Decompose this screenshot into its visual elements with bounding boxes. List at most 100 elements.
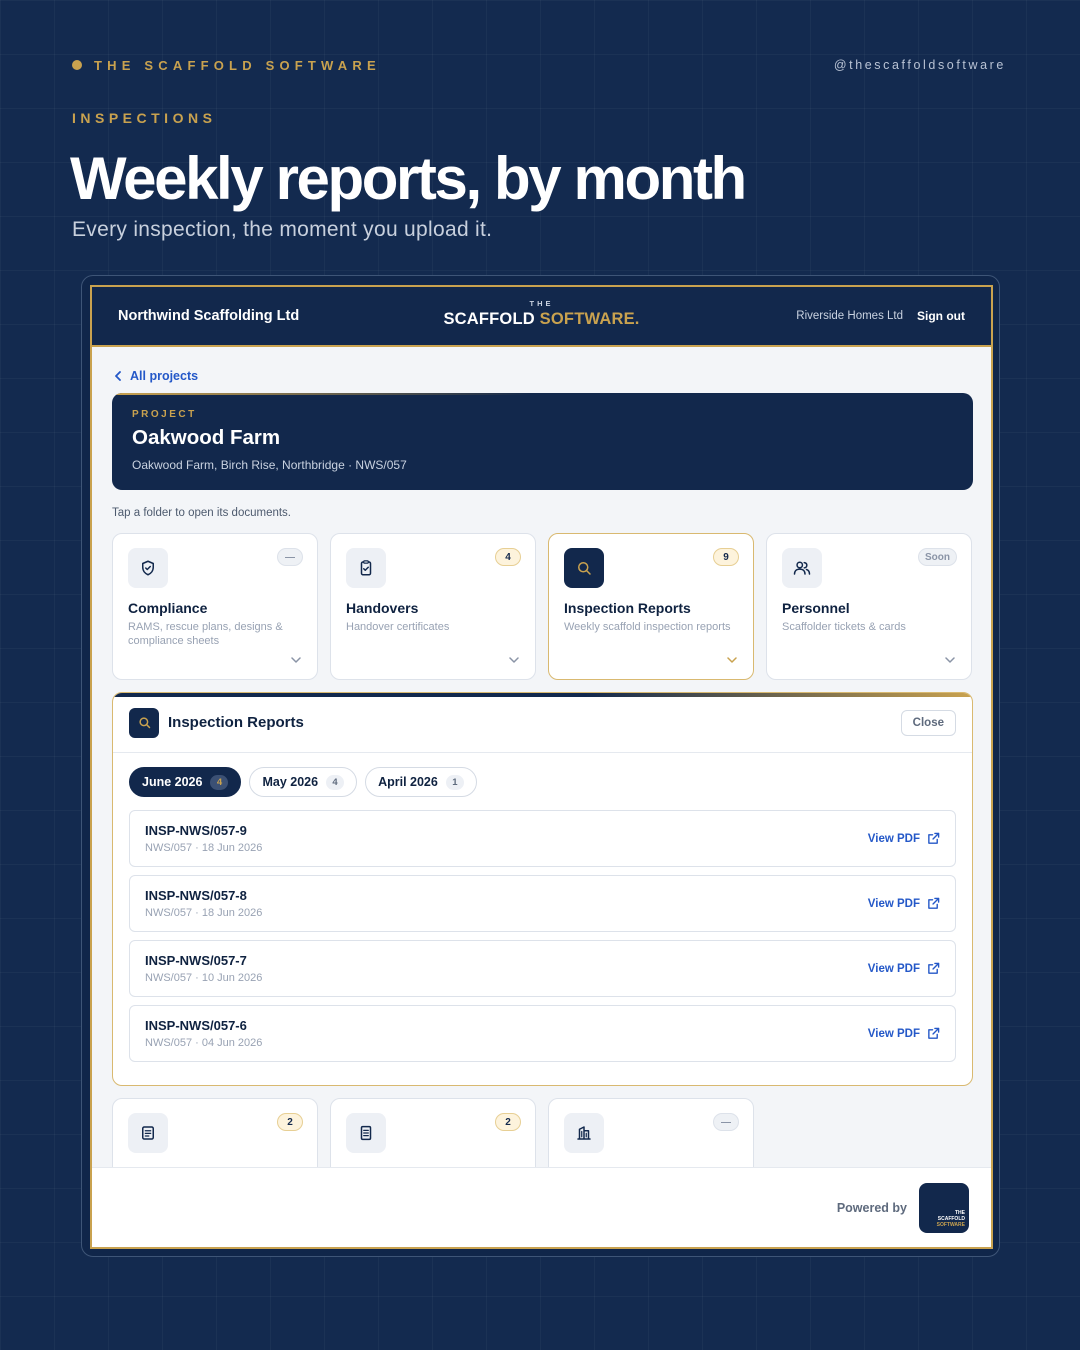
folder-personnel[interactable]: Soon Personnel Scaffolder tickets & card…	[766, 533, 972, 680]
sign-out-button[interactable]: Sign out	[917, 309, 965, 323]
building-icon	[564, 1113, 604, 1153]
folder-title: Inspection Reports	[564, 600, 691, 616]
folder-title: Personnel	[782, 600, 850, 616]
folder-description: Handover certificates	[346, 621, 450, 633]
report-info: INSP-NWS/057-7 NWS/057 · 10 Jun 2026	[145, 953, 262, 984]
report-info: INSP-NWS/057-8 NWS/057 · 18 Jun 2026	[145, 888, 262, 919]
search-icon	[564, 548, 604, 588]
tab-may-2026[interactable]: May 2026 4	[249, 767, 358, 797]
logo-software: SOFTWARE.	[539, 310, 640, 328]
folder-compliance[interactable]: — Compliance RAMS, rescue plans, designs…	[112, 533, 318, 680]
brand-lockup: THE SCAFFOLD SOFTWARE	[72, 58, 381, 73]
folder-inspection-reports[interactable]: 9 Inspection Reports Weekly scaffold ins…	[548, 533, 754, 680]
tab-count: 4	[326, 774, 345, 790]
folder-badge: Soon	[918, 548, 957, 566]
mini-logo-software: SOFTWARE	[936, 1221, 965, 1228]
folder-badge: —	[277, 548, 303, 566]
external-link-icon	[928, 962, 940, 974]
external-link-icon	[928, 832, 940, 844]
powered-by-label: Powered by	[836, 1200, 907, 1215]
folder-title: Compliance	[128, 600, 208, 616]
tab-label: June 2026	[142, 775, 203, 789]
folder-badge: 9	[713, 548, 739, 566]
chevron-down-icon	[945, 657, 955, 663]
project-label: PROJECT	[132, 409, 197, 420]
device-frame: Northwind Scaffolding Ltd THE SCAFFOLD S…	[81, 275, 1000, 1257]
project-address: Oakwood Farm, Birch Rise, Northbridge · …	[132, 458, 407, 472]
brand-name: THE SCAFFOLD SOFTWARE	[94, 57, 381, 73]
report-id: INSP-NWS/057-7	[145, 953, 247, 968]
tab-count: 1	[445, 774, 464, 790]
folder-description: Weekly scaffold inspection reports	[564, 621, 731, 633]
view-pdf-label: View PDF	[867, 962, 920, 975]
report-meta: NWS/057 · 04 Jun 2026	[145, 1037, 263, 1049]
shield-check-icon	[128, 548, 168, 588]
view-pdf-link[interactable]: View PDF	[868, 832, 940, 845]
logo-wordmark: SCAFFOLD SOFTWARE.	[443, 310, 639, 329]
folder-description: RAMS, rescue plans, designs & compliance…	[128, 621, 283, 647]
social-handle: @thescaffoldsoftware	[833, 58, 1006, 72]
app-screen: Northwind Scaffolding Ltd THE SCAFFOLD S…	[90, 285, 993, 1249]
report-id: INSP-NWS/057-9	[145, 823, 247, 838]
view-pdf-label: View PDF	[867, 1027, 920, 1040]
folder-badge: 2	[277, 1113, 303, 1131]
external-link-icon	[928, 1027, 940, 1039]
report-info: INSP-NWS/057-6 NWS/057 · 04 Jun 2026	[145, 1018, 262, 1049]
clipboard-check-icon	[346, 548, 386, 588]
project-title: Oakwood Farm	[132, 426, 281, 449]
logo-scaffold: SCAFFOLD	[443, 310, 535, 328]
brand-dot-icon	[72, 60, 82, 70]
list-item: INSP-NWS/057-7 NWS/057 · 10 Jun 2026 Vie…	[129, 940, 956, 997]
list-item: INSP-NWS/057-6 NWS/057 · 04 Jun 2026 Vie…	[129, 1005, 956, 1062]
view-pdf-link[interactable]: View PDF	[868, 1027, 940, 1040]
tab-label: April 2026	[378, 775, 438, 789]
app-footer: Powered by THE SCAFFOLD SOFTWARE	[92, 1167, 991, 1247]
back-to-projects-link[interactable]: All projects	[114, 369, 198, 383]
view-pdf-label: View PDF	[867, 832, 920, 845]
client-name: Riverside Homes Ltd	[796, 310, 903, 322]
project-card: PROJECT Oakwood Farm Oakwood Farm, Birch…	[112, 393, 973, 490]
month-tabs: June 2026 4 May 2026 4 April 2026 1	[113, 753, 972, 797]
report-meta: NWS/057 · 18 Jun 2026	[145, 907, 263, 919]
chevron-down-icon	[291, 657, 301, 663]
header-actions: Riverside Homes Ltd Sign out	[796, 309, 965, 323]
folder-title: Handovers	[346, 600, 419, 616]
external-link-icon	[928, 897, 940, 909]
logo-the: THE	[529, 299, 554, 308]
app-header: Northwind Scaffolding Ltd THE SCAFFOLD S…	[92, 287, 991, 347]
tab-label: May 2026	[262, 775, 319, 789]
hero-eyebrow: INSPECTIONS	[72, 110, 217, 126]
folder-handovers[interactable]: 4 Handovers Handover certificates	[330, 533, 536, 680]
report-meta: NWS/057 · 10 Jun 2026	[145, 972, 263, 984]
folder-badge: —	[713, 1113, 739, 1131]
folder-hint: Tap a folder to open its documents.	[112, 507, 291, 519]
list-item: INSP-NWS/057-8 NWS/057 · 18 Jun 2026 Vie…	[129, 875, 956, 932]
brand-bar: THE SCAFFOLD SOFTWARE @thescaffoldsoftwa…	[72, 56, 1006, 74]
document-icon	[346, 1113, 386, 1153]
close-button[interactable]: Close	[900, 709, 956, 736]
hero-headline: Weekly reports, by month	[70, 145, 747, 212]
hero-subline: Every inspection, the moment you upload …	[72, 218, 493, 241]
search-icon	[129, 707, 159, 738]
report-meta: NWS/057 · 18 Jun 2026	[145, 842, 263, 854]
tab-april-2026[interactable]: April 2026 1	[365, 767, 477, 797]
tab-june-2026[interactable]: June 2026 4	[129, 767, 242, 797]
document-list-icon	[128, 1113, 168, 1153]
company-name: Northwind Scaffolding Ltd	[118, 308, 300, 324]
app-logo[interactable]: THE SCAFFOLD SOFTWARE.	[443, 299, 639, 329]
panel-title: Inspection Reports	[168, 714, 304, 731]
view-pdf-link[interactable]: View PDF	[868, 962, 940, 975]
tab-count: 4	[210, 774, 229, 790]
report-id: INSP-NWS/057-6	[145, 1018, 247, 1033]
inspection-reports-panel: Inspection Reports Close June 2026 4 May…	[112, 692, 973, 1086]
chevron-down-icon	[509, 657, 519, 663]
folder-description: Scaffolder tickets & cards	[782, 621, 906, 633]
back-label: All projects	[130, 369, 199, 383]
report-info: INSP-NWS/057-9 NWS/057 · 18 Jun 2026	[145, 823, 262, 854]
view-pdf-link[interactable]: View PDF	[868, 897, 940, 910]
report-id: INSP-NWS/057-8	[145, 888, 247, 903]
list-item: INSP-NWS/057-9 NWS/057 · 18 Jun 2026 Vie…	[129, 810, 956, 867]
folder-grid: — Compliance RAMS, rescue plans, designs…	[112, 533, 973, 680]
folder-badge: 2	[495, 1113, 521, 1131]
chevron-left-icon	[115, 371, 121, 381]
